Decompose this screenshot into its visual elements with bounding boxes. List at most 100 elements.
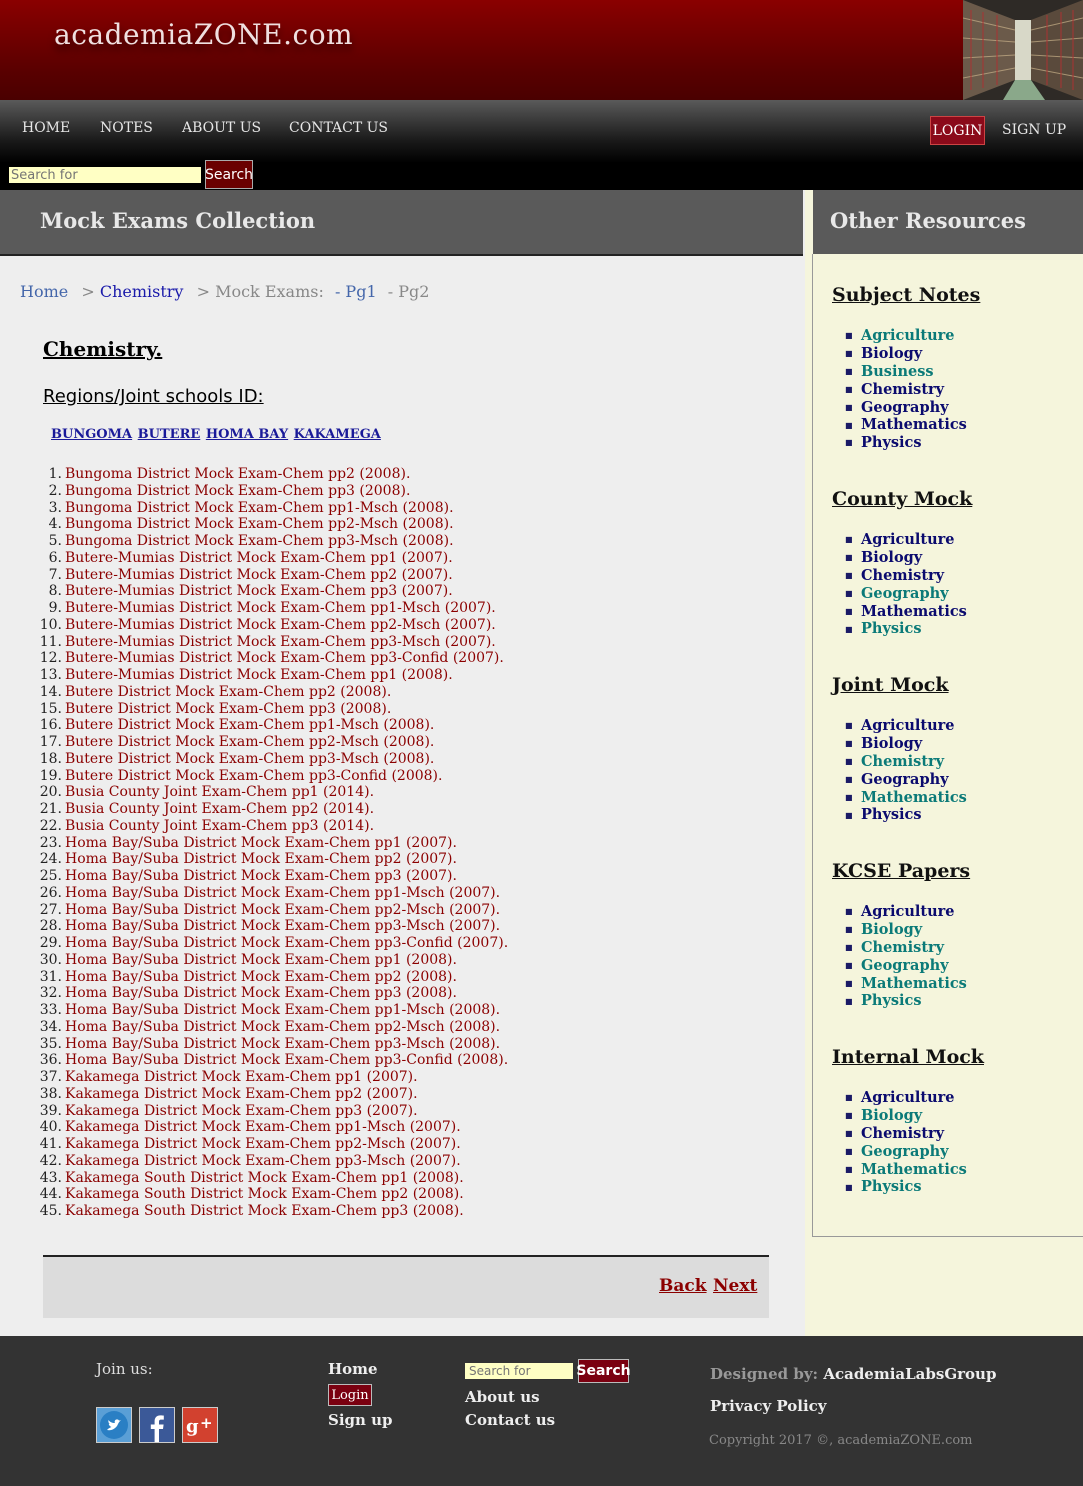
exam-link[interactable]: Bungoma District Mock Exam-Chem pp1-Msch…: [65, 500, 454, 516]
footer-about-link[interactable]: About us: [465, 1388, 540, 1406]
sidebar-link[interactable]: Physics: [861, 434, 922, 451]
sidebar-link[interactable]: Mathematics: [861, 603, 967, 620]
exam-link[interactable]: Homa Bay/Suba District Mock Exam-Chem pp…: [65, 1052, 508, 1068]
sidebar-link[interactable]: Agriculture: [861, 327, 955, 344]
footer-home-link[interactable]: Home: [328, 1360, 378, 1378]
region-link-butere[interactable]: BUTERE: [138, 427, 201, 442]
exam-link[interactable]: Kakamega District Mock Exam-Chem pp3 (20…: [65, 1103, 418, 1119]
sidebar-link[interactable]: Physics: [861, 806, 922, 823]
sidebar-link[interactable]: Chemistry: [861, 1125, 944, 1142]
sidebar-link[interactable]: Mathematics: [861, 789, 967, 806]
exam-link[interactable]: Homa Bay/Suba District Mock Exam-Chem pp…: [65, 851, 457, 867]
sidebar-link[interactable]: Geography: [861, 771, 949, 788]
sidebar-link[interactable]: Chemistry: [861, 753, 944, 770]
footer-signup-link[interactable]: Sign up: [328, 1411, 393, 1429]
designer-link[interactable]: AcademiaLabsGroup: [823, 1365, 996, 1383]
footer-search-button[interactable]: Search: [576, 1359, 631, 1383]
sidebar-link[interactable]: Biology: [861, 345, 922, 362]
region-link-bungoma[interactable]: BUNGOMA: [51, 427, 132, 442]
exam-link[interactable]: Homa Bay/Suba District Mock Exam-Chem pp…: [65, 835, 457, 851]
exam-link[interactable]: Kakamega District Mock Exam-Chem pp2-Msc…: [65, 1136, 461, 1152]
exam-link[interactable]: Kakamega South District Mock Exam-Chem p…: [65, 1170, 464, 1186]
back-link[interactable]: Back: [659, 1276, 707, 1296]
next-link[interactable]: Next: [713, 1276, 757, 1296]
exam-link[interactable]: Butere-Mumias District Mock Exam-Chem pp…: [65, 567, 453, 583]
exam-link[interactable]: Homa Bay/Suba District Mock Exam-Chem pp…: [65, 969, 457, 985]
site-title[interactable]: academiaZONE.com: [54, 18, 353, 51]
search-input[interactable]: [9, 167, 201, 183]
sidebar-link[interactable]: Mathematics: [861, 1161, 967, 1178]
sidebar-link[interactable]: Physics: [861, 992, 922, 1009]
sidebar-link[interactable]: Geography: [861, 1143, 949, 1160]
nav-about-us[interactable]: ABOUT US: [182, 120, 261, 136]
exam-link[interactable]: Butere-Mumias District Mock Exam-Chem pp…: [65, 583, 453, 599]
footer-search-input[interactable]: [465, 1363, 573, 1379]
sidebar-link[interactable]: Agriculture: [861, 531, 955, 548]
sidebar-link[interactable]: Agriculture: [861, 717, 955, 734]
breadcrumb-page-1[interactable]: - Pg1: [335, 282, 377, 301]
sidebar-link[interactable]: Geography: [861, 957, 949, 974]
exam-link[interactable]: Butere-Mumias District Mock Exam-Chem pp…: [65, 600, 496, 616]
exam-link[interactable]: Kakamega District Mock Exam-Chem pp1-Msc…: [65, 1119, 461, 1135]
exam-link[interactable]: Homa Bay/Suba District Mock Exam-Chem pp…: [65, 902, 500, 918]
footer-contact-link[interactable]: Contact us: [465, 1411, 555, 1429]
sidebar-link[interactable]: Biology: [861, 1107, 922, 1124]
sidebar-link[interactable]: Agriculture: [861, 903, 955, 920]
exam-link[interactable]: Homa Bay/Suba District Mock Exam-Chem pp…: [65, 918, 500, 934]
facebook-icon[interactable]: [139, 1407, 175, 1443]
exam-link[interactable]: Bungoma District Mock Exam-Chem pp3-Msch…: [65, 533, 454, 549]
exam-link[interactable]: Homa Bay/Suba District Mock Exam-Chem pp…: [65, 885, 500, 901]
exam-link[interactable]: Butere District Mock Exam-Chem pp2 (2008…: [65, 684, 391, 700]
exam-link[interactable]: Homa Bay/Suba District Mock Exam-Chem pp…: [65, 1002, 500, 1018]
exam-link[interactable]: Butere-Mumias District Mock Exam-Chem pp…: [65, 550, 453, 566]
google-plus-icon[interactable]: g +: [182, 1407, 218, 1443]
sidebar-link[interactable]: Chemistry: [861, 567, 944, 584]
exam-link[interactable]: Busia County Joint Exam-Chem pp3 (2014).: [65, 818, 374, 834]
sidebar-link[interactable]: Business: [861, 363, 934, 380]
exam-link[interactable]: Kakamega District Mock Exam-Chem pp2 (20…: [65, 1086, 418, 1102]
nav-notes[interactable]: NOTES: [100, 120, 153, 136]
exam-link[interactable]: Butere District Mock Exam-Chem pp3 (2008…: [65, 701, 391, 717]
exam-link[interactable]: Busia County Joint Exam-Chem pp2 (2014).: [65, 801, 374, 817]
exam-link[interactable]: Butere-Mumias District Mock Exam-Chem pp…: [65, 650, 504, 666]
breadcrumb-home[interactable]: Home: [20, 282, 68, 301]
exam-link[interactable]: Bungoma District Mock Exam-Chem pp2 (200…: [65, 466, 410, 482]
exam-link[interactable]: Butere-Mumias District Mock Exam-Chem pp…: [65, 617, 496, 633]
breadcrumb-chemistry[interactable]: Chemistry: [100, 282, 184, 301]
nav-home[interactable]: HOME: [22, 120, 70, 136]
sidebar-link[interactable]: Chemistry: [861, 939, 944, 956]
search-button[interactable]: Search: [205, 160, 253, 189]
privacy-policy-link[interactable]: Privacy Policy: [710, 1397, 827, 1415]
breadcrumb-page-2[interactable]: - Pg2: [388, 282, 430, 301]
exam-link[interactable]: Butere-Mumias District Mock Exam-Chem pp…: [65, 667, 453, 683]
exam-link[interactable]: Homa Bay/Suba District Mock Exam-Chem pp…: [65, 1019, 500, 1035]
exam-link[interactable]: Kakamega District Mock Exam-Chem pp1 (20…: [65, 1069, 418, 1085]
exam-link[interactable]: Bungoma District Mock Exam-Chem pp3 (200…: [65, 483, 410, 499]
twitter-icon[interactable]: [96, 1407, 132, 1443]
exam-link[interactable]: Butere District Mock Exam-Chem pp3-Msch …: [65, 751, 434, 767]
sidebar-link[interactable]: Physics: [861, 620, 922, 637]
exam-link[interactable]: Homa Bay/Suba District Mock Exam-Chem pp…: [65, 868, 457, 884]
exam-link[interactable]: Homa Bay/Suba District Mock Exam-Chem pp…: [65, 1036, 500, 1052]
sidebar-link[interactable]: Biology: [861, 735, 922, 752]
region-link-homa-bay[interactable]: HOMA BAY: [206, 427, 288, 442]
sidebar-link[interactable]: Mathematics: [861, 416, 967, 433]
exam-link[interactable]: Homa Bay/Suba District Mock Exam-Chem pp…: [65, 952, 457, 968]
exam-link[interactable]: Kakamega District Mock Exam-Chem pp3-Msc…: [65, 1153, 461, 1169]
sidebar-link[interactable]: Geography: [861, 585, 949, 602]
exam-link[interactable]: Kakamega South District Mock Exam-Chem p…: [65, 1186, 464, 1202]
sidebar-link[interactable]: Physics: [861, 1178, 922, 1195]
sidebar-link[interactable]: Agriculture: [861, 1089, 955, 1106]
exam-link[interactable]: Homa Bay/Suba District Mock Exam-Chem pp…: [65, 985, 457, 1001]
exam-link[interactable]: Homa Bay/Suba District Mock Exam-Chem pp…: [65, 935, 508, 951]
exam-link[interactable]: Butere District Mock Exam-Chem pp2-Msch …: [65, 734, 434, 750]
sidebar-link[interactable]: Biology: [861, 549, 922, 566]
exam-link[interactable]: Busia County Joint Exam-Chem pp1 (2014).: [65, 784, 374, 800]
sidebar-link[interactable]: Chemistry: [861, 381, 944, 398]
login-button[interactable]: LOGIN: [930, 116, 985, 145]
nav-contact-us[interactable]: CONTACT US: [289, 120, 388, 136]
sidebar-link[interactable]: Mathematics: [861, 975, 967, 992]
region-link-kakamega[interactable]: KAKAMEGA: [294, 427, 381, 442]
exam-link[interactable]: Kakamega South District Mock Exam-Chem p…: [65, 1203, 464, 1219]
exam-link[interactable]: Butere District Mock Exam-Chem pp3-Confi…: [65, 768, 442, 784]
